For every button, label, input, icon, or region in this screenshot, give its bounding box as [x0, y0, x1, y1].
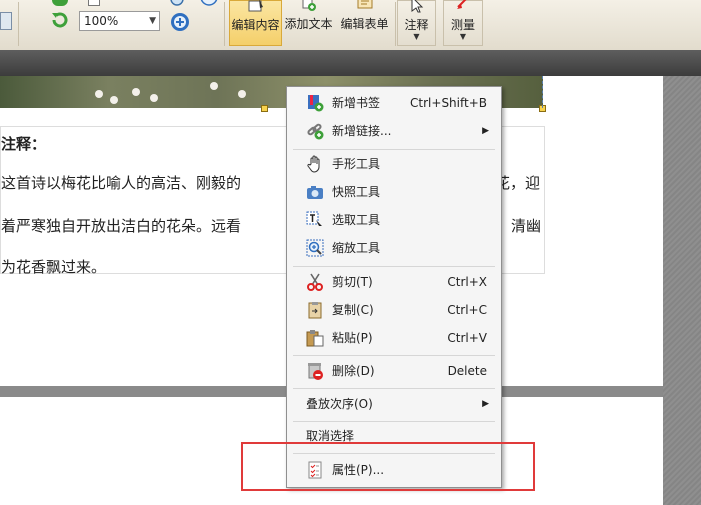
edit-content-icon	[248, 0, 263, 12]
zoom-select[interactable]: 100% ▼	[79, 11, 160, 31]
menu-item-snapshot-tool[interactable]: 快照工具	[287, 180, 501, 204]
chevron-down-icon: ▼	[413, 32, 420, 41]
measure-button[interactable]: 测量 ▼	[443, 0, 483, 46]
context-menu: 新增书签 Ctrl+Shift+B 新增链接... ▶ 手形工具 快照工具 选取…	[286, 86, 502, 488]
menu-separator	[293, 388, 495, 389]
zoom-in-icon[interactable]	[170, 12, 190, 32]
rotate-icon[interactable]	[51, 11, 69, 29]
menu-separator	[293, 421, 495, 422]
selection-border	[542, 76, 544, 108]
page-layout-icon[interactable]	[88, 0, 100, 6]
menu-separator	[293, 266, 495, 267]
edit-form-icon	[357, 0, 372, 9]
section-heading: 注释：	[1, 135, 47, 153]
zoom-out-icon[interactable]	[170, 0, 186, 8]
text-line-fragment: 清幽	[511, 217, 542, 235]
annotate-icon	[411, 0, 423, 13]
hand-tool-icon	[307, 155, 320, 173]
paste-icon	[306, 330, 324, 347]
chevron-down-icon: ▼	[149, 16, 156, 26]
menu-separator	[293, 355, 495, 356]
menu-item-stack-order[interactable]: 叠放次序(O) ▶	[287, 392, 501, 416]
menu-item-paste[interactable]: 粘贴(P) Ctrl+V	[287, 326, 501, 350]
submenu-arrow-icon: ▶	[482, 126, 489, 136]
edit-content-button[interactable]: 编辑内容	[229, 0, 282, 46]
add-text-button[interactable]: 添加文本	[282, 0, 335, 46]
menu-item-zoom-tool[interactable]: 缩放工具	[287, 236, 501, 260]
camera-icon	[307, 186, 323, 199]
link-add-icon	[307, 123, 324, 140]
menu-item-delete[interactable]: 删除(D) Delete	[287, 359, 501, 383]
highlight-box	[241, 442, 535, 491]
menu-item-add-link[interactable]: 新增链接... ▶	[287, 119, 501, 143]
next-view-icon[interactable]	[52, 0, 68, 6]
zoom-tool-icon	[306, 239, 324, 257]
menu-separator	[293, 149, 495, 150]
text-line: 着严寒独自开放出洁白的花朵。远看	[1, 217, 242, 235]
delete-icon	[308, 363, 323, 380]
submenu-arrow-icon: ▶	[482, 399, 489, 409]
zoom-value: 100%	[84, 14, 119, 28]
add-text-icon	[302, 0, 316, 11]
menu-item-hand-tool[interactable]: 手形工具	[287, 152, 501, 176]
menu-item-select-tool[interactable]: 选取工具	[287, 208, 501, 232]
page-icon[interactable]	[0, 12, 12, 30]
edit-form-button[interactable]: 编辑表单	[337, 0, 392, 46]
scissors-icon	[307, 273, 323, 291]
measure-icon	[457, 0, 467, 9]
document-ruler-strip	[0, 50, 701, 76]
bookmark-add-icon	[308, 95, 324, 112]
fit-icon[interactable]	[200, 0, 218, 6]
workspace-background	[663, 76, 701, 505]
text-line: 为花香飘过来。	[1, 258, 107, 276]
annotate-button[interactable]: 注释 ▼	[397, 0, 436, 46]
resize-handle[interactable]	[261, 105, 268, 112]
copy-icon	[308, 302, 322, 319]
chevron-down-icon: ▼	[459, 32, 467, 41]
menu-item-cut[interactable]: 剪切(T) Ctrl+X	[287, 270, 501, 294]
toolbar: 100% ▼ 编辑内容 添加文本 编辑表单 注释 ▼ 测量 ▼	[0, 0, 701, 51]
menu-item-add-bookmark[interactable]: 新增书签 Ctrl+Shift+B	[287, 91, 501, 115]
select-text-icon	[306, 211, 322, 228]
menu-item-copy[interactable]: 复制(C) Ctrl+C	[287, 298, 501, 322]
text-line: 这首诗以梅花比喻人的高洁、刚毅的	[1, 174, 242, 192]
